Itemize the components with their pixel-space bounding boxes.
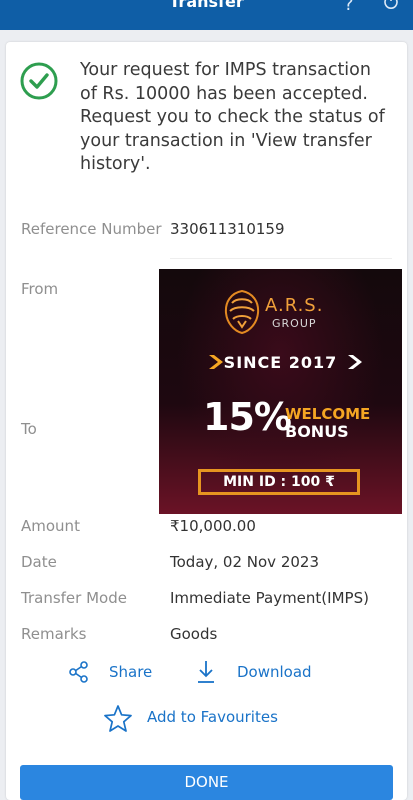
reference-number-value: 330611310159 (170, 220, 285, 238)
chevron-right-icon (348, 355, 362, 369)
ad-min-id: MIN ID : 100 ₹ (198, 469, 360, 495)
divider (170, 258, 392, 259)
success-message: Your request for IMPS transaction of Rs.… (80, 60, 385, 174)
success-check-icon (20, 62, 58, 100)
logout-icon[interactable] (383, 0, 399, 9)
ad-brand: A.R.S. (265, 295, 324, 316)
transfer-mode-value: Immediate Payment(IMPS) (170, 589, 369, 607)
from-label: From (21, 280, 59, 298)
amount-label: Amount (21, 517, 80, 535)
to-label: To (21, 420, 37, 438)
download-icon[interactable] (195, 659, 217, 685)
app-header: Transfer ? (0, 0, 413, 30)
ad-since: SINCE 2017 (223, 353, 338, 372)
reference-number-label: Reference Number (21, 220, 162, 238)
done-button[interactable]: DONE (20, 765, 393, 800)
help-icon[interactable]: ? (344, 0, 354, 15)
amount-value: ₹10,000.00 (170, 517, 256, 535)
ad-percent: 15% (203, 395, 292, 439)
ad-banner[interactable]: A.R.S. GROUP SINCE 2017 15% WELCOME BONU… (159, 269, 402, 514)
ad-welcome: WELCOME (285, 405, 371, 423)
date-value: Today, 02 Nov 2023 (170, 553, 319, 571)
ad-group: GROUP (272, 317, 317, 330)
download-button[interactable]: Download (237, 663, 312, 681)
star-icon[interactable] (103, 704, 133, 734)
remarks-value: Goods (170, 625, 218, 643)
ad-bonus: BONUS (285, 422, 349, 441)
share-button[interactable]: Share (109, 663, 152, 681)
date-label: Date (21, 553, 57, 571)
add-to-favourites-button[interactable]: Add to Favourites (147, 708, 278, 726)
lion-logo-icon (224, 289, 260, 335)
share-icon[interactable] (68, 661, 90, 683)
remarks-label: Remarks (21, 625, 87, 643)
transfer-mode-label: Transfer Mode (21, 589, 127, 607)
